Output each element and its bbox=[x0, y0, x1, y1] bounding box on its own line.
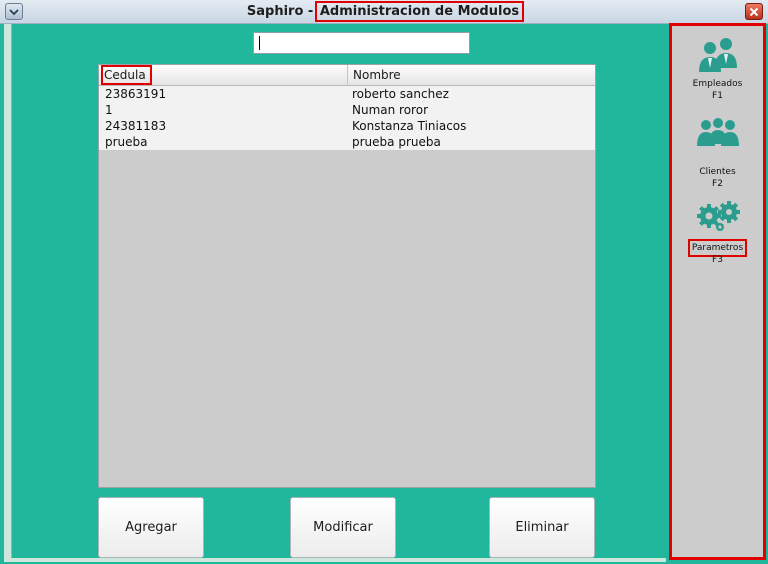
add-button[interactable]: Agregar bbox=[98, 497, 204, 558]
sidebar-item-parametros[interactable]: Parametros F3 bbox=[672, 200, 763, 266]
column-header-cedula[interactable]: Cedula bbox=[99, 65, 347, 86]
table-header: Cedula Nombre bbox=[99, 65, 595, 86]
window-title-prefix: Saphiro - bbox=[246, 4, 318, 19]
table-body: 23863191 roberto sanchez 1 Numan roror 2… bbox=[99, 86, 595, 150]
window-frame-left bbox=[4, 24, 12, 560]
table-row[interactable]: prueba prueba prueba bbox=[99, 134, 595, 150]
cell-cedula: prueba bbox=[105, 135, 148, 149]
window-frame-bottom bbox=[4, 558, 666, 562]
text-caret bbox=[259, 36, 260, 50]
window-title-main: Administracion de Modulos bbox=[314, 1, 525, 22]
sidebar-item-label: Clientes bbox=[699, 167, 736, 177]
records-table: Cedula Nombre 23863191 roberto sanchez 1… bbox=[98, 64, 596, 488]
gears-icon bbox=[696, 201, 740, 231]
sidebar-item-label: Empleados bbox=[692, 79, 743, 89]
cell-cedula: 1 bbox=[105, 103, 113, 117]
employees-icon bbox=[698, 38, 737, 72]
delete-button[interactable]: Eliminar bbox=[489, 497, 595, 558]
table-row[interactable]: 23863191 roberto sanchez bbox=[99, 86, 595, 102]
modules-sidebar: Empleados F1 Clientes F2 Parametros F3 bbox=[669, 23, 766, 560]
sidebar-item-clientes[interactable]: Clientes F2 bbox=[672, 116, 763, 190]
clients-icon bbox=[696, 118, 739, 146]
cell-nombre: roberto sanchez bbox=[352, 87, 449, 101]
sidebar-item-empleados[interactable]: Empleados F1 bbox=[672, 34, 763, 102]
column-header-cedula-label: Cedula bbox=[101, 65, 152, 85]
table-row[interactable]: 1 Numan roror bbox=[99, 102, 595, 118]
modify-button[interactable]: Modificar bbox=[290, 497, 396, 558]
column-header-nombre[interactable]: Nombre bbox=[347, 65, 595, 86]
cell-cedula: 23863191 bbox=[105, 87, 167, 101]
close-icon bbox=[749, 7, 759, 16]
close-button[interactable] bbox=[745, 3, 763, 20]
cell-nombre: Konstanza Tiniacos bbox=[352, 119, 467, 133]
cell-cedula: 24381183 bbox=[105, 119, 167, 133]
table-row[interactable]: 24381183 Konstanza Tiniacos bbox=[99, 118, 595, 134]
title-bar: Saphiro - Administracion de Modulos bbox=[0, 0, 768, 24]
search-input[interactable] bbox=[253, 32, 470, 54]
window-title: Saphiro - Administracion de Modulos bbox=[0, 0, 768, 24]
cell-nombre: Numan roror bbox=[352, 103, 429, 117]
sidebar-item-shortcut: F1 bbox=[712, 91, 723, 101]
sidebar-item-shortcut: F3 bbox=[712, 255, 723, 265]
cell-nombre: prueba prueba bbox=[352, 135, 441, 149]
sidebar-item-shortcut: F2 bbox=[712, 179, 723, 189]
sidebar-item-label: Parametros bbox=[687, 239, 748, 257]
